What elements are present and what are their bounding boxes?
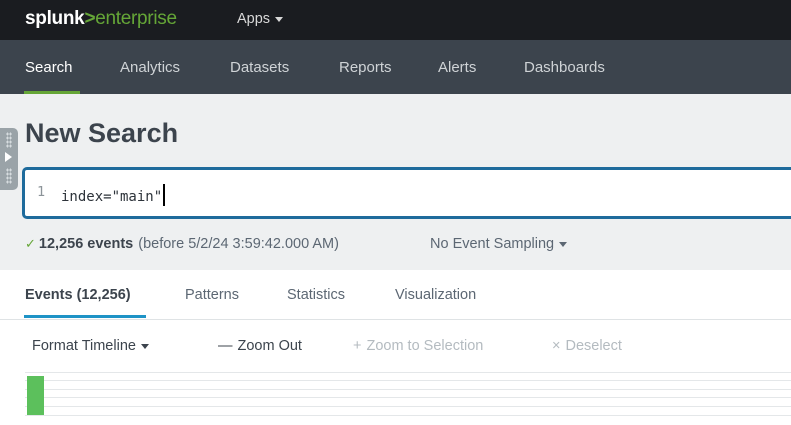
minus-icon: —: [218, 338, 233, 354]
search-query-input[interactable]: 1 index="main": [22, 167, 791, 219]
event-timeline[interactable]: [25, 372, 791, 416]
app-nav-bar: Search Analytics Datasets Reports Alerts…: [0, 40, 791, 94]
logo-text-splunk: splunk: [25, 8, 85, 29]
timeline-gridline: [25, 415, 791, 416]
deselect-label: Deselect: [565, 338, 622, 354]
zoom-to-selection-label: Zoom to Selection: [366, 338, 484, 354]
query-value: index="main": [61, 189, 163, 205]
timeline-gridline: [25, 389, 791, 390]
search-status: ✓ 12,256 events (before 5/2/24 3:59:42.0…: [25, 236, 339, 252]
tab-active-indicator: [24, 315, 146, 318]
deselect-button[interactable]: × Deselect: [552, 338, 622, 354]
caret-down-icon: [559, 241, 568, 247]
apps-menu-button[interactable]: Apps: [237, 11, 284, 27]
event-sampling-dropdown[interactable]: No Event Sampling: [430, 236, 568, 252]
tab-visualization[interactable]: Visualization: [395, 287, 476, 303]
nav-item-reports[interactable]: Reports: [339, 59, 392, 76]
nav-item-datasets[interactable]: Datasets: [230, 59, 289, 76]
splunk-logo[interactable]: splunk>enterprise: [25, 8, 177, 30]
zoom-out-button[interactable]: — Zoom Out: [218, 338, 302, 354]
grip-dots-icon: [6, 132, 12, 148]
checkmark-icon: ✓: [25, 236, 36, 251]
timeline-gridline: [25, 380, 791, 381]
nav-item-alerts[interactable]: Alerts: [438, 59, 476, 76]
tab-patterns[interactable]: Patterns: [185, 287, 239, 303]
grip-dots-icon: [6, 168, 12, 184]
logo-text-enterprise: enterprise: [95, 8, 177, 29]
event-count: 12,256 events: [38, 236, 134, 252]
logo-text-chevron: >: [84, 8, 96, 29]
results-tabs: Events (12,256) Patterns Statistics Visu…: [0, 270, 791, 320]
apps-menu-label: Apps: [237, 11, 271, 27]
nav-item-dashboards[interactable]: Dashboards: [524, 59, 605, 76]
tab-events[interactable]: Events (12,256): [25, 287, 131, 303]
line-number: 1: [37, 184, 46, 200]
plus-icon: +: [353, 338, 362, 354]
page-title: New Search: [25, 118, 179, 148]
caret-down-icon: [275, 16, 284, 22]
tab-statistics[interactable]: Statistics: [287, 287, 345, 303]
zoom-to-selection-button[interactable]: + Zoom to Selection: [353, 338, 483, 354]
search-query-text[interactable]: index="main": [61, 184, 166, 206]
timeline-gridline: [25, 406, 791, 407]
timeline-gridline: [25, 397, 791, 398]
format-timeline-button[interactable]: Format Timeline: [32, 338, 149, 354]
sidebar-toggle-handle[interactable]: [0, 128, 18, 190]
event-sampling-label: No Event Sampling: [430, 236, 555, 252]
play-arrow-icon: [5, 152, 12, 162]
timeline-bar[interactable]: [27, 376, 44, 415]
top-bar: splunk>enterprise Apps: [0, 0, 791, 40]
search-timestamp: (before 5/2/24 3:59:42.000 AM): [138, 236, 339, 252]
format-timeline-label: Format Timeline: [32, 338, 136, 354]
caret-down-icon: [140, 343, 149, 349]
nav-item-search[interactable]: Search: [25, 59, 73, 76]
nav-item-analytics[interactable]: Analytics: [120, 59, 180, 76]
zoom-out-label: Zoom Out: [237, 338, 302, 354]
close-icon: ×: [552, 338, 561, 354]
text-cursor: [163, 184, 166, 206]
timeline-gridline: [25, 372, 791, 373]
